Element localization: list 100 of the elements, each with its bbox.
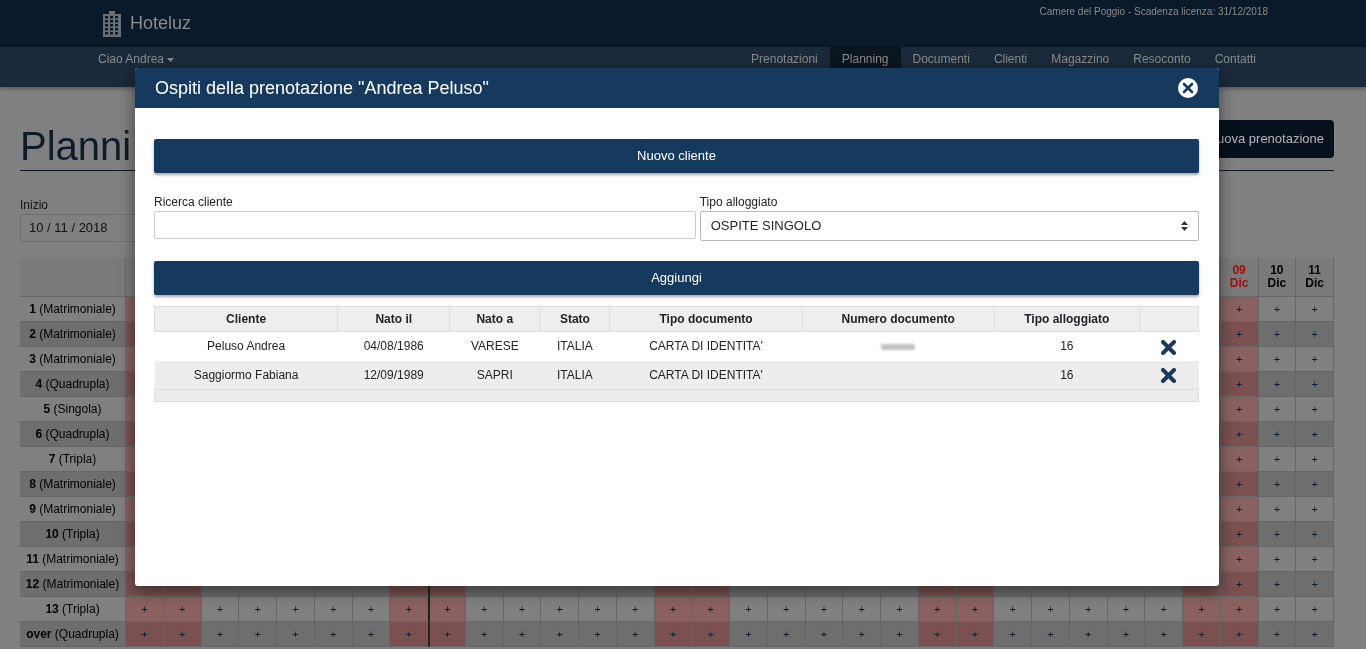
grid-cell[interactable]: + — [1032, 622, 1070, 647]
grid-cell[interactable]: + — [239, 597, 277, 622]
grid-cell[interactable]: + — [1220, 497, 1259, 522]
grid-cell[interactable]: + — [390, 622, 428, 647]
add-button[interactable]: Aggiungi — [154, 261, 1199, 295]
grid-cell[interactable]: + — [881, 622, 919, 647]
grid-cell[interactable]: + — [163, 597, 202, 622]
type-select[interactable]: OSPITE SINGOLO — [699, 211, 1199, 241]
grid-cell[interactable]: + — [126, 622, 164, 647]
grid-cell[interactable]: + — [1296, 522, 1334, 547]
grid-cell[interactable]: + — [1258, 522, 1297, 547]
grid-cell[interactable]: + — [1032, 597, 1070, 622]
grid-cell[interactable]: + — [1107, 597, 1146, 622]
grid-cell[interactable]: + — [994, 622, 1032, 647]
grid-cell[interactable]: + — [956, 622, 995, 647]
grid-cell[interactable]: + — [918, 597, 957, 622]
grid-cell[interactable]: + — [881, 597, 919, 622]
grid-cell[interactable]: + — [277, 597, 315, 622]
grid-cell[interactable]: + — [994, 597, 1032, 622]
grid-cell[interactable]: + — [1069, 622, 1108, 647]
grid-cell[interactable]: + — [503, 597, 542, 622]
grid-cell[interactable]: + — [1296, 622, 1334, 647]
grid-cell[interactable]: + — [1220, 472, 1259, 497]
grid-cell[interactable]: + — [1258, 597, 1297, 622]
grid-cell[interactable]: + — [126, 597, 164, 622]
grid-cell[interactable]: + — [352, 597, 391, 622]
grid-cell[interactable]: + — [956, 597, 995, 622]
delete-icon[interactable] — [1161, 368, 1177, 384]
grid-cell[interactable]: + — [579, 597, 617, 622]
grid-cell[interactable]: + — [1183, 622, 1221, 647]
grid-cell[interactable]: + — [1145, 597, 1183, 622]
grid-cell[interactable]: + — [767, 622, 806, 647]
grid-cell[interactable]: + — [1258, 572, 1297, 597]
grid-cell[interactable]: + — [1296, 347, 1334, 372]
grid-cell[interactable]: + — [1220, 547, 1259, 572]
search-field[interactable] — [154, 211, 696, 239]
grid-cell[interactable]: + — [1296, 547, 1334, 572]
grid-cell[interactable]: + — [1183, 597, 1221, 622]
grid-cell[interactable]: + — [1258, 447, 1297, 472]
grid-cell[interactable]: + — [1296, 322, 1334, 347]
grid-cell[interactable]: + — [503, 622, 542, 647]
grid-cell[interactable]: + — [277, 622, 315, 647]
grid-cell[interactable]: + — [1220, 622, 1259, 647]
brand-name[interactable]: Hoteluz — [130, 10, 192, 37]
grid-cell[interactable]: + — [1296, 597, 1334, 622]
grid-cell[interactable]: + — [1220, 372, 1259, 397]
grid-cell[interactable]: + — [1296, 497, 1334, 522]
grid-cell[interactable]: + — [390, 597, 428, 622]
grid-cell[interactable]: + — [1296, 372, 1334, 397]
grid-cell[interactable]: + — [1296, 422, 1334, 447]
grid-cell[interactable]: + — [730, 597, 768, 622]
grid-cell[interactable]: + — [692, 622, 730, 647]
close-icon[interactable] — [1177, 77, 1199, 99]
grid-cell[interactable]: + — [1258, 372, 1297, 397]
grid-cell[interactable]: + — [692, 597, 730, 622]
grid-cell[interactable]: + — [1258, 397, 1297, 422]
grid-cell[interactable]: + — [541, 597, 579, 622]
grid-cell[interactable]: + — [1220, 422, 1259, 447]
grid-cell[interactable]: + — [314, 597, 353, 622]
grid-cell[interactable]: + — [1107, 622, 1146, 647]
grid-cell[interactable]: + — [616, 622, 655, 647]
grid-cell[interactable]: + — [1145, 622, 1183, 647]
grid-cell[interactable]: + — [465, 622, 504, 647]
grid-cell[interactable]: + — [918, 622, 957, 647]
grid-cell[interactable]: + — [1296, 472, 1334, 497]
grid-cell[interactable]: + — [1069, 597, 1108, 622]
grid-cell[interactable]: + — [843, 597, 881, 622]
grid-cell[interactable]: + — [1220, 597, 1259, 622]
grid-cell[interactable]: + — [730, 622, 768, 647]
grid-cell[interactable]: + — [1220, 447, 1259, 472]
grid-cell[interactable]: + — [1220, 397, 1259, 422]
grid-cell[interactable]: + — [1258, 472, 1297, 497]
grid-cell[interactable]: + — [201, 622, 240, 647]
grid-cell[interactable]: + — [1258, 547, 1297, 572]
grid-cell[interactable]: + — [1258, 422, 1297, 447]
grid-cell[interactable]: + — [163, 622, 202, 647]
grid-cell[interactable]: + — [579, 622, 617, 647]
grid-cell[interactable]: + — [239, 622, 277, 647]
grid-cell[interactable]: + — [201, 597, 240, 622]
grid-cell[interactable]: + — [654, 622, 693, 647]
grid-cell[interactable]: + — [805, 597, 844, 622]
grid-cell[interactable]: + — [314, 622, 353, 647]
grid-cell[interactable]: + — [465, 597, 504, 622]
grid-cell[interactable]: + — [1296, 297, 1334, 322]
grid-cell[interactable]: + — [1258, 347, 1297, 372]
grid-cell[interactable]: + — [1258, 322, 1297, 347]
grid-cell[interactable]: + — [843, 622, 881, 647]
grid-cell[interactable]: + — [1296, 397, 1334, 422]
grid-cell[interactable]: + — [1220, 322, 1259, 347]
grid-cell[interactable]: + — [1220, 522, 1259, 547]
grid-cell[interactable]: + — [1296, 447, 1334, 472]
delete-icon[interactable] — [1161, 339, 1177, 355]
grid-cell[interactable]: + — [1220, 297, 1259, 322]
grid-cell[interactable]: + — [1296, 572, 1334, 597]
grid-cell[interactable]: + — [428, 597, 466, 622]
grid-cell[interactable]: + — [1258, 497, 1297, 522]
grid-cell[interactable]: + — [1220, 347, 1259, 372]
new-client-button[interactable]: Nuovo cliente — [154, 139, 1199, 173]
grid-cell[interactable]: + — [541, 622, 579, 647]
grid-cell[interactable]: + — [805, 622, 844, 647]
